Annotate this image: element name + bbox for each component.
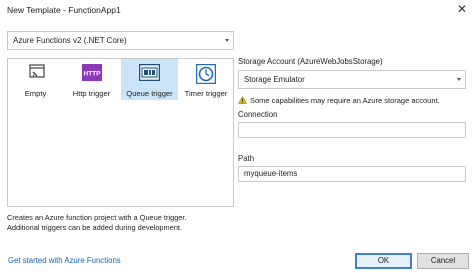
connection-label: Connection [238, 110, 278, 119]
storage-account-dropdown[interactable]: Storage Emulator [238, 70, 466, 89]
framework-dropdown-value: Azure Functions v2 (.NET Core) [13, 36, 127, 45]
path-input[interactable]: myqueue-items [238, 166, 466, 182]
framework-dropdown[interactable]: Azure Functions v2 (.NET Core) [7, 31, 234, 50]
trigger-label: Timer trigger [184, 89, 228, 98]
trigger-item-queue[interactable]: Queue trigger [121, 59, 178, 100]
trigger-label: Empty [24, 89, 47, 98]
http-icon: HTTP [82, 64, 102, 81]
trigger-item-timer[interactable]: Timer trigger [179, 59, 233, 100]
trigger-label: Http trigger [72, 89, 111, 98]
storage-warning: Some capabilities may require an Azure s… [238, 96, 440, 105]
storage-warning-text: Some capabilities may require an Azure s… [250, 96, 440, 105]
http-icon-text: HTTP [84, 71, 102, 78]
storage-account-value: Storage Emulator [244, 75, 305, 84]
timer-icon [196, 64, 216, 84]
ok-button[interactable]: OK [355, 253, 412, 269]
trigger-description: Creates an Azure function project with a… [7, 213, 187, 233]
cancel-button[interactable]: Cancel [417, 253, 469, 269]
connection-input[interactable] [238, 122, 466, 138]
trigger-item-http[interactable]: HTTP Http trigger [64, 59, 119, 100]
trigger-item-empty[interactable]: Empty [10, 59, 61, 100]
description-line: Additional triggers can be added during … [7, 223, 183, 232]
chevron-down-icon [225, 39, 229, 42]
path-label: Path [238, 154, 255, 163]
empty-icon [29, 64, 45, 78]
description-line: Creates an Azure function project with a… [7, 213, 187, 222]
close-icon[interactable]: ✕ [455, 2, 469, 16]
storage-account-label: Storage Account (AzureWebJobsStorage) [238, 57, 383, 66]
queue-icon [139, 64, 160, 81]
chevron-down-icon [457, 78, 461, 81]
trigger-label: Queue trigger [126, 89, 173, 98]
window-title: New Template - FunctionApp1 [7, 5, 121, 15]
get-started-link[interactable]: Get started with Azure Functions [8, 256, 121, 265]
trigger-list: Empty HTTP Http trigger Queue trigger Ti… [7, 58, 234, 207]
warning-icon [238, 96, 247, 104]
